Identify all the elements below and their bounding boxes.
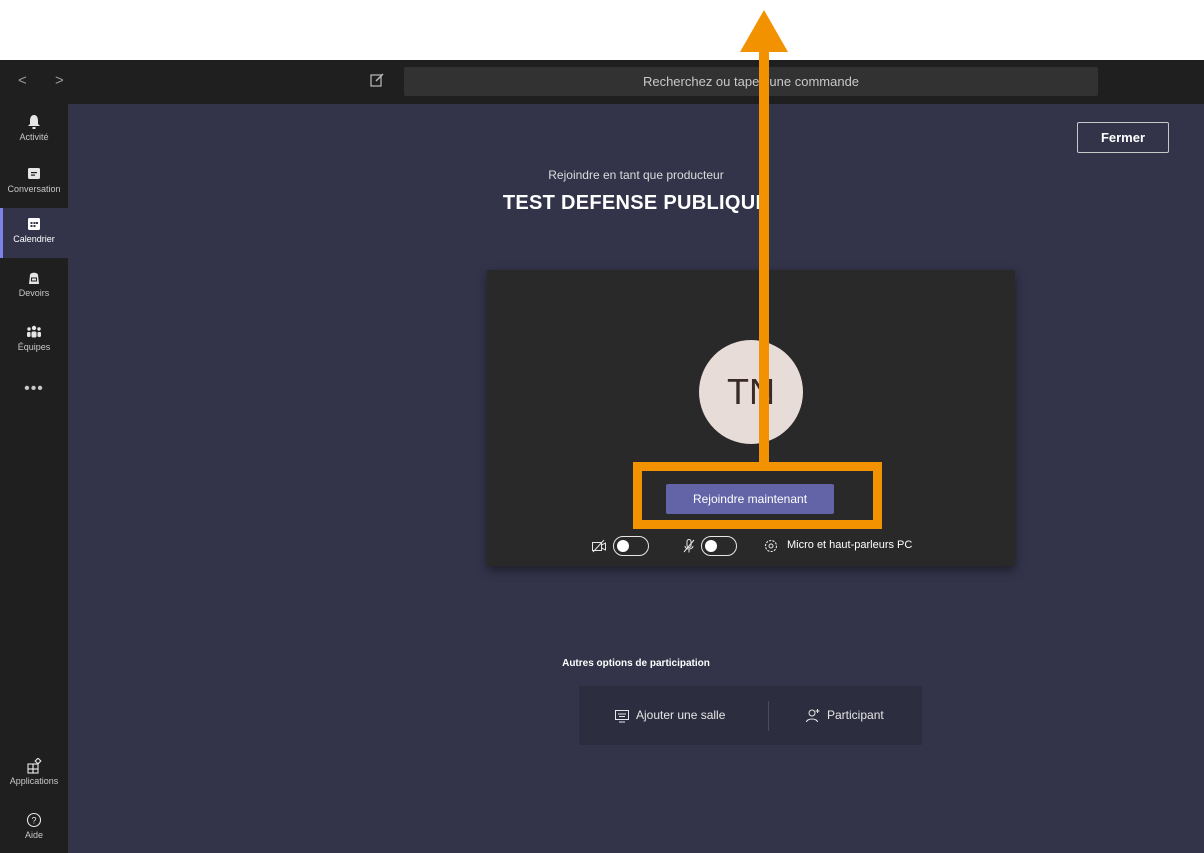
rail-label: Applications [9,776,59,786]
back-button[interactable]: < [18,72,39,89]
apps-icon [27,758,42,774]
rail-label: Conversation [7,184,61,194]
mic-toggle[interactable] [701,536,737,556]
bell-icon [28,115,40,129]
add-participant-button[interactable]: Participant [805,686,884,745]
add-room-label: Ajouter une salle [636,708,726,722]
device-settings-label[interactable]: Micro et haut-parleurs PC [787,539,912,551]
add-participant-label: Participant [827,708,884,722]
teams-icon [27,325,41,338]
room-icon [615,709,629,723]
camera-toggle[interactable] [613,536,649,556]
calendar-icon [28,218,40,230]
mic-off-icon [683,539,695,553]
rail-item-aide[interactable]: ? Aide [0,804,68,853]
title-bar: < > Recherchez ou tapez une commande [0,60,1204,104]
help-icon: ? [26,812,42,828]
compose-icon[interactable] [369,72,385,88]
join-as-text: Rejoindre en tant que producteur [548,168,724,182]
left-rail: Activité Conversation Calendrier Devoirs… [0,104,68,853]
annotation-highlight-box [633,462,882,529]
rail-label: Équipes [17,342,51,352]
rail-item-applications[interactable]: Applications [0,750,68,800]
page: < > Recherchez ou tapez une commande Act… [0,0,1204,853]
camera-off-icon [592,539,606,553]
close-button[interactable]: Fermer [1077,122,1169,153]
rail-item-activite[interactable]: Activité [0,106,68,156]
device-controls: Micro et haut-parleurs PC [591,535,951,557]
avatar: TN [699,340,803,444]
rail-label: Aide [24,830,43,840]
toggle-knob [617,540,629,552]
rail-label: Activité [19,132,49,142]
forward-button[interactable]: > [55,72,76,89]
rail-label: Devoirs [18,288,50,298]
add-room-button[interactable]: Ajouter une salle [614,686,725,745]
other-options-title: Autres options de participation [562,658,710,669]
rail-item-equipes[interactable]: Équipes [0,316,68,366]
active-indicator [0,208,3,258]
svg-text:?: ? [31,816,36,826]
toggle-knob [705,540,717,552]
rail-label: Calendrier [13,234,55,244]
rail-item-conversation[interactable]: Conversation [0,158,68,208]
gear-icon[interactable] [763,538,779,554]
more-apps-button[interactable]: ••• [0,380,68,398]
meeting-title: TEST DEFENSE PUBLIQUE [502,192,770,214]
backpack-icon [29,272,39,284]
search-input[interactable]: Recherchez ou tapez une commande [404,67,1098,96]
chat-icon [28,168,40,179]
rail-item-devoirs[interactable]: Devoirs [0,262,68,312]
add-person-icon [806,708,820,723]
nav-arrows: < > [18,72,76,89]
other-options-panel: Ajouter une salle Participant [579,686,922,745]
rail-item-calendrier[interactable]: Calendrier [0,208,68,258]
options-divider [768,701,769,731]
